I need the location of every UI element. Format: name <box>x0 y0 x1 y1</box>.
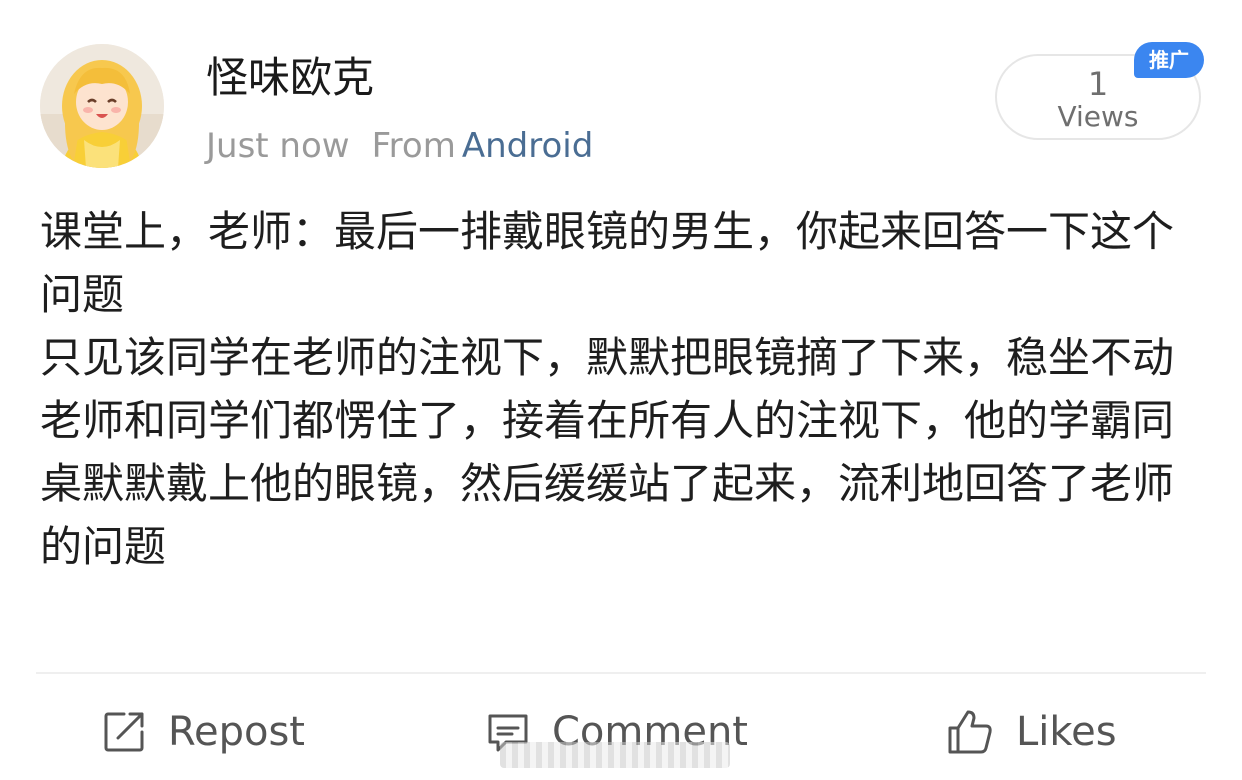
divider <box>36 672 1206 674</box>
thumbs-up-icon <box>948 710 992 754</box>
post-content: 课堂上，老师：最后一排戴眼镜的男生，你起来回答一下这个问题 只见该同学在老师的注… <box>40 200 1180 578</box>
repost-button[interactable]: Repost <box>100 700 305 764</box>
post-paragraph: 老师和同学们都愣住了，接着在所有人的注视下，他的学霸同桌默默戴上他的眼镜，然后缓… <box>40 396 1175 571</box>
from-label: From <box>371 126 456 166</box>
source-link[interactable]: Android <box>462 126 593 166</box>
repost-label: Repost <box>168 709 305 755</box>
post-paragraph: 课堂上，老师：最后一排戴眼镜的男生，你起来回答一下这个问题 <box>40 207 1175 319</box>
post-meta: Just now From Android <box>206 122 593 170</box>
views-label: Views <box>1057 100 1139 133</box>
post-time: Just now <box>206 126 350 166</box>
cartoon-girl-avatar-icon <box>40 44 164 168</box>
likes-label: Likes <box>1016 709 1117 755</box>
watermark <box>500 742 730 768</box>
post-paragraph: 只见该同学在老师的注视下，默默把眼镜摘了下来，稳坐不动 <box>40 333 1175 382</box>
promote-badge[interactable]: 推广 <box>1134 42 1204 78</box>
repost-icon <box>104 712 144 752</box>
author-name[interactable]: 怪味欧克 <box>206 50 374 106</box>
avatar[interactable] <box>40 44 164 168</box>
like-button[interactable]: Likes <box>944 700 1117 764</box>
